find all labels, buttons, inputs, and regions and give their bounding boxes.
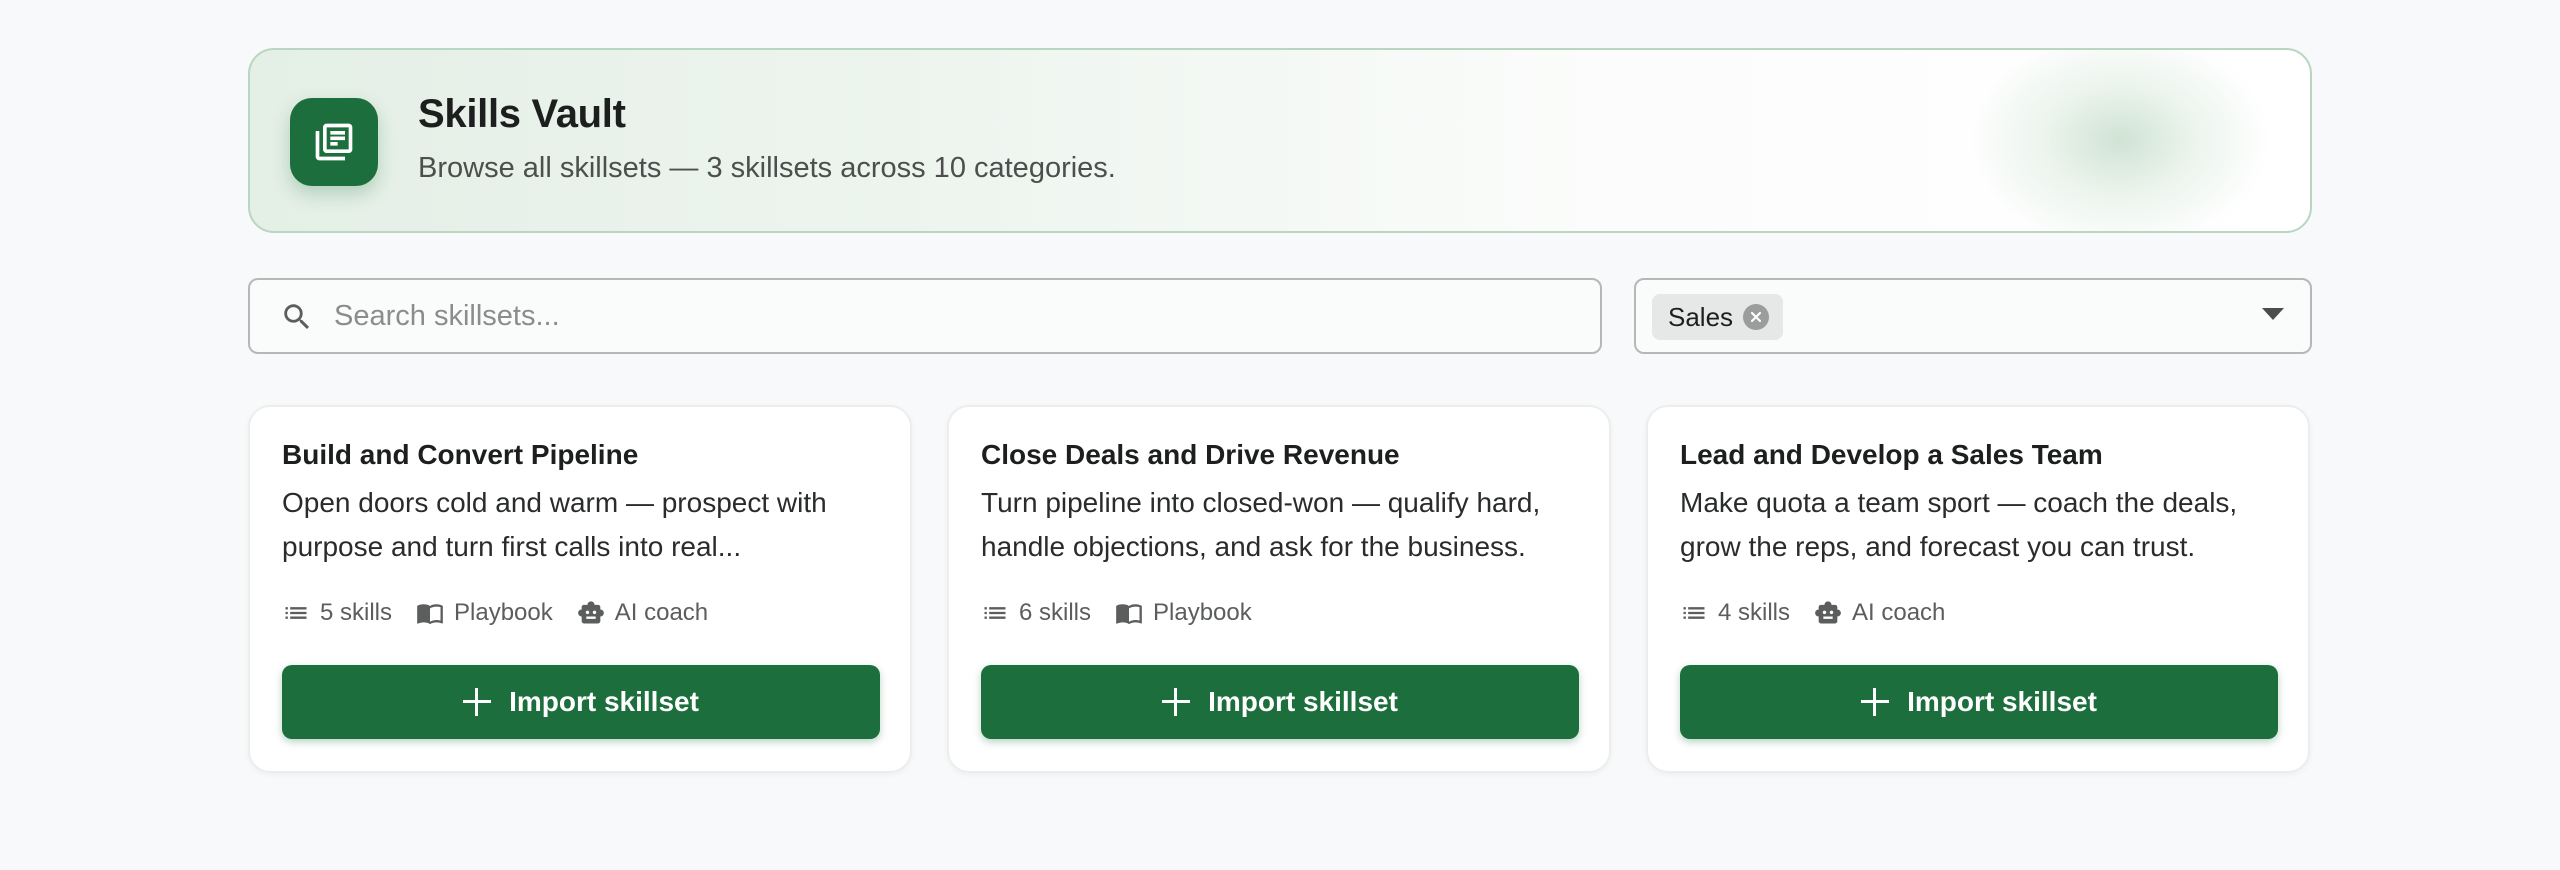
card-meta: 6 skills Playbook bbox=[981, 599, 1252, 627]
chevron-down-icon[interactable] bbox=[2262, 308, 2284, 320]
card-description: Turn pipeline into closed-won — qualify … bbox=[981, 487, 1541, 562]
robot-icon bbox=[577, 601, 604, 624]
search-box[interactable] bbox=[248, 278, 1602, 354]
list-icon bbox=[984, 607, 1006, 619]
skillset-card: Close Deals and Drive Revenue Turn pipel… bbox=[947, 405, 1611, 773]
playbook-tag: Playbook bbox=[1115, 599, 1252, 627]
plus-icon bbox=[463, 688, 492, 716]
card-description: Open doors cold and warm — prospect with… bbox=[282, 487, 827, 562]
ai-coach-label: AI coach bbox=[614, 599, 709, 626]
ai-coach-label: AI coach bbox=[1852, 599, 1946, 626]
skills-count: 5 skills bbox=[282, 599, 392, 627]
card-meta: 5 skills Playbook AI coach bbox=[282, 599, 708, 627]
library-books-icon bbox=[290, 98, 378, 186]
card-title: Build and Convert Pipeline bbox=[282, 439, 639, 470]
skillset-card: Build and Convert Pipeline Open doors co… bbox=[248, 405, 912, 773]
chip-label: Sales bbox=[1668, 301, 1734, 332]
category-chip-sales: Sales bbox=[1652, 294, 1784, 340]
book-icon bbox=[1116, 604, 1142, 625]
import-skillset-button[interactable]: Import skillset bbox=[981, 665, 1579, 739]
skills-count-label: 6 skills bbox=[1019, 599, 1092, 626]
import-button-label: Import skillset bbox=[1208, 686, 1398, 717]
page-title: Skills Vault bbox=[418, 92, 626, 136]
playbook-tag: Playbook bbox=[416, 599, 553, 627]
list-icon bbox=[285, 607, 307, 619]
card-title: Close Deals and Drive Revenue bbox=[981, 439, 1400, 470]
import-button-label: Import skillset bbox=[1907, 686, 2097, 717]
import-skillset-button[interactable]: Import skillset bbox=[1680, 665, 2278, 739]
search-input[interactable] bbox=[332, 280, 1572, 352]
card-meta: 4 skills AI coach bbox=[1680, 599, 1945, 627]
plus-icon bbox=[1861, 688, 1890, 716]
playbook-label: Playbook bbox=[1153, 599, 1252, 626]
skillset-card: Lead and Develop a Sales Team Make quota… bbox=[1646, 405, 2310, 773]
list-icon bbox=[1683, 607, 1705, 619]
card-description: Make quota a team sport — coach the deal… bbox=[1680, 487, 2238, 562]
import-skillset-button[interactable]: Import skillset bbox=[282, 665, 880, 739]
card-title: Lead and Develop a Sales Team bbox=[1680, 439, 2103, 470]
skills-count-label: 4 skills bbox=[1718, 599, 1791, 626]
search-icon bbox=[284, 304, 310, 330]
header-decoration bbox=[1970, 50, 2270, 231]
skills-count: 6 skills bbox=[981, 599, 1091, 627]
page-header: Skills Vault Browse all skillsets — 3 sk… bbox=[248, 48, 2312, 233]
skills-count-label: 5 skills bbox=[320, 599, 393, 626]
playbook-label: Playbook bbox=[454, 599, 553, 626]
plus-icon bbox=[1162, 688, 1191, 716]
book-icon bbox=[417, 604, 443, 625]
ai-coach-tag: AI coach bbox=[1814, 599, 1945, 627]
import-button-label: Import skillset bbox=[509, 686, 699, 717]
chip-remove-icon[interactable] bbox=[1743, 304, 1770, 330]
ai-coach-tag: AI coach bbox=[577, 599, 708, 627]
robot-icon bbox=[1815, 601, 1841, 624]
category-select[interactable]: Sales bbox=[1634, 278, 2312, 354]
page-subtitle: Browse all skillsets — 3 skillsets acros… bbox=[418, 152, 1116, 184]
skills-count: 4 skills bbox=[1680, 599, 1790, 627]
